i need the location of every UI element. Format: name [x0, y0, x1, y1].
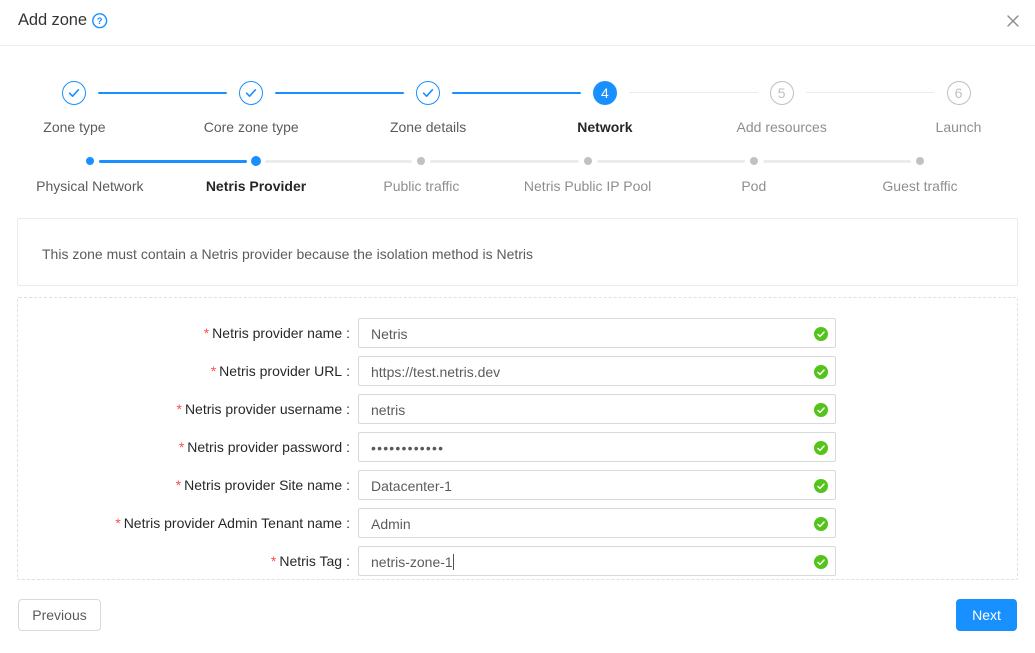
svg-text:?: ? [97, 16, 103, 27]
